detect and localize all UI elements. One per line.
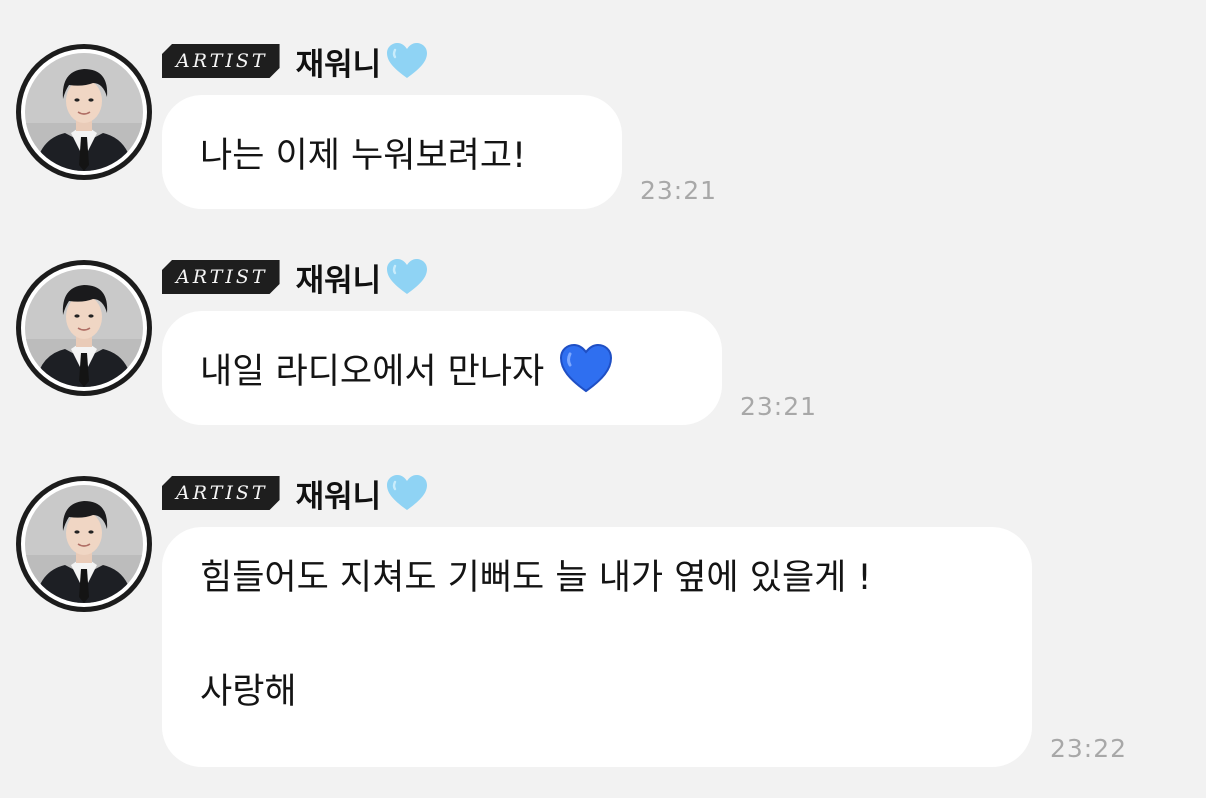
artist-photo-icon <box>25 53 143 171</box>
light-blue-heart-icon <box>385 473 429 513</box>
chat-message: ARTIST 재워니 내일 라디오에서 만나자 23:21 <box>0 216 1206 431</box>
message-text: 사랑해 <box>200 672 297 712</box>
message-bubble[interactable]: 내일 라디오에서 만나자 <box>162 311 722 425</box>
artist-photo-icon <box>25 485 143 603</box>
message-time: 23:22 <box>1050 734 1128 763</box>
sender-name: 재워니 <box>295 46 382 83</box>
message-time: 23:21 <box>740 392 818 421</box>
message-text: 내일 라디오에서 만나자 <box>200 351 545 392</box>
blue-heart-icon <box>558 342 614 394</box>
artist-badge: ARTIST <box>162 476 280 510</box>
sender-name: 재워니 <box>295 478 382 515</box>
artist-photo-icon <box>25 269 143 387</box>
message-time: 23:21 <box>640 176 718 205</box>
chat-message: ARTIST 재워니 나는 이제 누워보려고! 23:21 <box>0 0 1206 215</box>
sender-row: ARTIST 재워니 <box>162 472 429 515</box>
message-bubble[interactable]: 힘들어도 지쳐도 기뻐도 늘 내가 옆에 있을게 ! 사랑해 <box>162 527 1032 767</box>
avatar[interactable] <box>16 260 152 396</box>
sender-row: ARTIST 재워니 <box>162 40 429 83</box>
message-text: 힘들어도 지쳐도 기뻐도 늘 내가 옆에 있을게 ! <box>200 558 872 598</box>
artist-badge: ARTIST <box>162 44 280 78</box>
avatar[interactable] <box>16 44 152 180</box>
chat-message: ARTIST 재워니 힘들어도 지쳐도 기뻐도 늘 내가 옆에 있을게 ! 사랑… <box>0 432 1206 798</box>
light-blue-heart-icon <box>385 257 429 297</box>
sender-row: ARTIST 재워니 <box>162 256 429 299</box>
artist-badge: ARTIST <box>162 260 280 294</box>
message-text: 나는 이제 누워보려고! <box>200 135 527 176</box>
sender-name: 재워니 <box>295 262 382 299</box>
message-bubble[interactable]: 나는 이제 누워보려고! <box>162 95 622 209</box>
light-blue-heart-icon <box>385 41 429 81</box>
avatar[interactable] <box>16 476 152 612</box>
